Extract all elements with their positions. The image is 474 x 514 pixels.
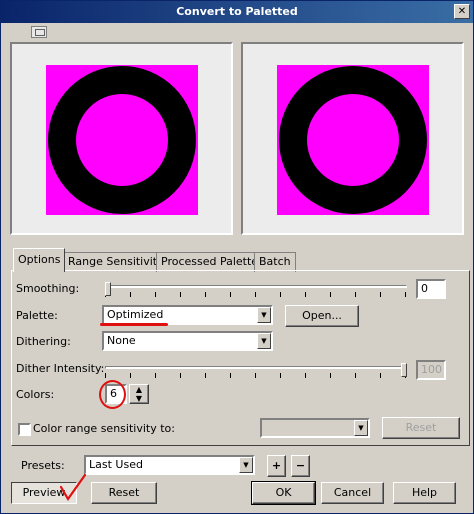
- processed-preview[interactable]: [241, 42, 464, 235]
- add-preset-button[interactable]: +: [267, 455, 286, 477]
- dropdown-arrow-icon[interactable]: ▼: [257, 307, 271, 323]
- annotation-circle: [99, 380, 126, 409]
- presets-value: Last Used: [89, 458, 143, 471]
- spinner-icon[interactable]: ▲ ▼: [129, 384, 149, 404]
- color-range-swatch[interactable]: ▼: [260, 418, 370, 438]
- color-range-label: Color range sensitivity to:: [33, 422, 175, 435]
- remove-preset-button[interactable]: −: [291, 455, 310, 477]
- ok-button[interactable]: OK: [251, 481, 316, 505]
- smoothing-slider-thumb[interactable]: [105, 282, 111, 296]
- close-icon: ✕: [457, 6, 467, 17]
- dither-intensity-slider[interactable]: [105, 363, 407, 381]
- cancel-button[interactable]: Cancel: [321, 482, 384, 504]
- presets-select[interactable]: Last Used ▼: [84, 455, 255, 475]
- smoothing-slider[interactable]: [105, 282, 407, 300]
- annotation-checkmark: [59, 473, 87, 502]
- help-button[interactable]: Help: [393, 482, 456, 504]
- dither-intensity-label: Dither Intensity:: [16, 362, 105, 375]
- color-range-checkbox[interactable]: [18, 423, 31, 436]
- add-icon: +: [271, 459, 282, 472]
- dither-intensity-slider-thumb[interactable]: [401, 363, 407, 377]
- dithering-value: None: [107, 334, 136, 347]
- remove-icon: −: [295, 459, 306, 472]
- window-title: Convert to Paletted: [176, 5, 298, 18]
- tab-batch[interactable]: Batch: [254, 252, 296, 272]
- preview-toggle-icon[interactable]: [31, 26, 47, 38]
- processed-image: [277, 65, 429, 215]
- annotation-underline: [100, 323, 168, 326]
- original-image: [46, 65, 198, 215]
- colors-label: Colors:: [16, 388, 55, 401]
- dithering-label: Dithering:: [16, 335, 71, 348]
- dithering-select[interactable]: None ▼: [102, 331, 273, 351]
- convert-to-paletted-dialog: Convert to Paletted ✕ Options Range Sens…: [0, 0, 474, 514]
- close-button[interactable]: ✕: [454, 4, 470, 19]
- smoothing-label: Smoothing:: [16, 282, 80, 295]
- original-preview[interactable]: [10, 42, 233, 235]
- dropdown-arrow-icon[interactable]: ▼: [239, 457, 253, 473]
- smoothing-field[interactable]: 0: [416, 279, 446, 299]
- title-bar: Convert to Paletted ✕: [1, 1, 473, 23]
- tab-options[interactable]: Options: [13, 248, 66, 272]
- dropdown-arrow-icon[interactable]: ▼: [257, 333, 271, 349]
- palette-label: Palette:: [16, 309, 58, 322]
- reset-button[interactable]: Reset: [91, 482, 157, 504]
- tab-processed-palette[interactable]: Processed Palette: [156, 252, 264, 272]
- color-range-reset-button[interactable]: Reset: [382, 417, 460, 439]
- palette-select[interactable]: Optimized ▼: [102, 305, 273, 325]
- open-palette-button[interactable]: Open...: [285, 305, 359, 327]
- presets-label: Presets:: [21, 459, 65, 472]
- tab-range-sensitivity[interactable]: Range Sensitivity: [63, 252, 169, 272]
- dropdown-arrow-icon[interactable]: ▼: [354, 420, 368, 436]
- palette-value: Optimized: [107, 308, 164, 321]
- dither-intensity-field[interactable]: 100: [416, 360, 446, 380]
